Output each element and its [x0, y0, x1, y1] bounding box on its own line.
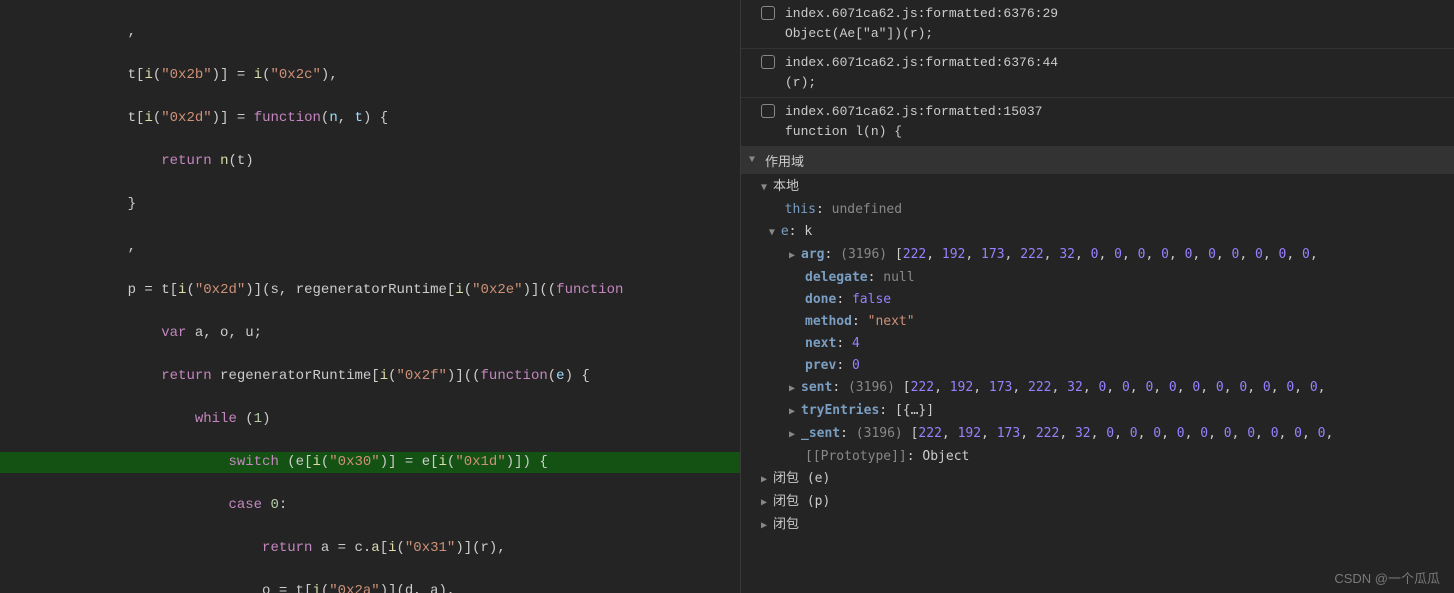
- watermark: CSDN @一个瓜瓜: [1334, 568, 1440, 587]
- code-line: ,: [0, 22, 740, 44]
- stack-frame[interactable]: index.6071ca62.js:formatted:6376:44 (r);: [741, 49, 1454, 98]
- scope-variable-e[interactable]: e: k: [741, 221, 1454, 244]
- scope-header-label: 作用域: [765, 151, 804, 170]
- stack-frame[interactable]: index.6071ca62.js:formatted:6376:29 Obje…: [741, 0, 1454, 49]
- code-line: return a = c.a[i("0x31")](r),: [0, 538, 740, 560]
- code-editor[interactable]: , t[i("0x2b")] = i("0x2c"), t[i("0x2d")]…: [0, 0, 740, 593]
- code-line: case 0:: [0, 495, 740, 517]
- scope-closure[interactable]: 闭包 (p): [741, 491, 1454, 514]
- chevron-right-icon: [761, 469, 773, 491]
- scope-prop-proto[interactable]: [[Prototype]]: Object: [741, 446, 1454, 468]
- scope-prop-prev[interactable]: prev: 0: [741, 355, 1454, 377]
- scope-body: 本地 this: undefined e: k arg: (3196) [222…: [741, 174, 1454, 541]
- code-line: ,: [0, 237, 740, 259]
- breakpoint-checkbox[interactable]: [761, 55, 775, 69]
- chevron-down-icon: [761, 177, 773, 199]
- code-line: p = t[i("0x2d")](s, regeneratorRuntime[i…: [0, 280, 740, 302]
- chevron-down-icon: [769, 222, 781, 244]
- chevron-right-icon: [789, 378, 801, 400]
- call-stack: index.6071ca62.js:formatted:6376:29 Obje…: [741, 0, 1454, 147]
- scope-prop-method[interactable]: method: "next": [741, 311, 1454, 333]
- scope-header[interactable]: 作用域: [741, 147, 1454, 174]
- code-line: t[i("0x2d")] = function(n, t) {: [0, 108, 740, 130]
- stack-snippet: Object(Ae["a"])(r);: [785, 24, 1058, 44]
- chevron-right-icon: [789, 401, 801, 423]
- scope-prop-done[interactable]: done: false: [741, 289, 1454, 311]
- scope-local[interactable]: 本地: [741, 176, 1454, 199]
- stack-snippet: function l(n) {: [785, 122, 1042, 142]
- stack-frame[interactable]: index.6071ca62.js:formatted:15037 functi…: [741, 98, 1454, 147]
- code-line: t[i("0x2b")] = i("0x2c"),: [0, 65, 740, 87]
- code-line: return regeneratorRuntime[i("0x2f")]((fu…: [0, 366, 740, 388]
- stack-file: index.6071ca62.js:formatted:15037: [785, 102, 1042, 122]
- scope-prop-arg[interactable]: arg: (3196) [222, 192, 173, 222, 32, 0, …: [741, 244, 1454, 267]
- scope-this[interactable]: this: undefined: [741, 199, 1454, 221]
- chevron-down-icon: [749, 155, 761, 166]
- code-line-highlighted: switch (e[i("0x30")] = e[i("0x1d")]) {: [0, 452, 740, 474]
- stack-file: index.6071ca62.js:formatted:6376:29: [785, 4, 1058, 24]
- code-line: while (1): [0, 409, 740, 431]
- debugger-panel: index.6071ca62.js:formatted:6376:29 Obje…: [740, 0, 1454, 593]
- chevron-right-icon: [789, 245, 801, 267]
- chevron-right-icon: [761, 492, 773, 514]
- scope-prop-sent[interactable]: sent: (3196) [222, 192, 173, 222, 32, 0,…: [741, 377, 1454, 400]
- scope-prop-next[interactable]: next: 4: [741, 333, 1454, 355]
- chevron-right-icon: [761, 515, 773, 537]
- scope-prop-sent2[interactable]: _sent: (3196) [222, 192, 173, 222, 32, 0…: [741, 423, 1454, 446]
- breakpoint-checkbox[interactable]: [761, 6, 775, 20]
- code-line: return n(t): [0, 151, 740, 173]
- scope-closure[interactable]: 闭包 (e): [741, 468, 1454, 491]
- code-line: var a, o, u;: [0, 323, 740, 345]
- chevron-right-icon: [789, 424, 801, 446]
- stack-file: index.6071ca62.js:formatted:6376:44: [785, 53, 1058, 73]
- stack-snippet: (r);: [785, 73, 1058, 93]
- scope-prop-tryentries[interactable]: tryEntries: [{…}]: [741, 400, 1454, 423]
- scope-closure[interactable]: 闭包: [741, 514, 1454, 537]
- code-line: }: [0, 194, 740, 216]
- breakpoint-checkbox[interactable]: [761, 104, 775, 118]
- scope-prop-delegate[interactable]: delegate: null: [741, 267, 1454, 289]
- code-line: o = t[i("0x2a")](d, a),: [0, 581, 740, 593]
